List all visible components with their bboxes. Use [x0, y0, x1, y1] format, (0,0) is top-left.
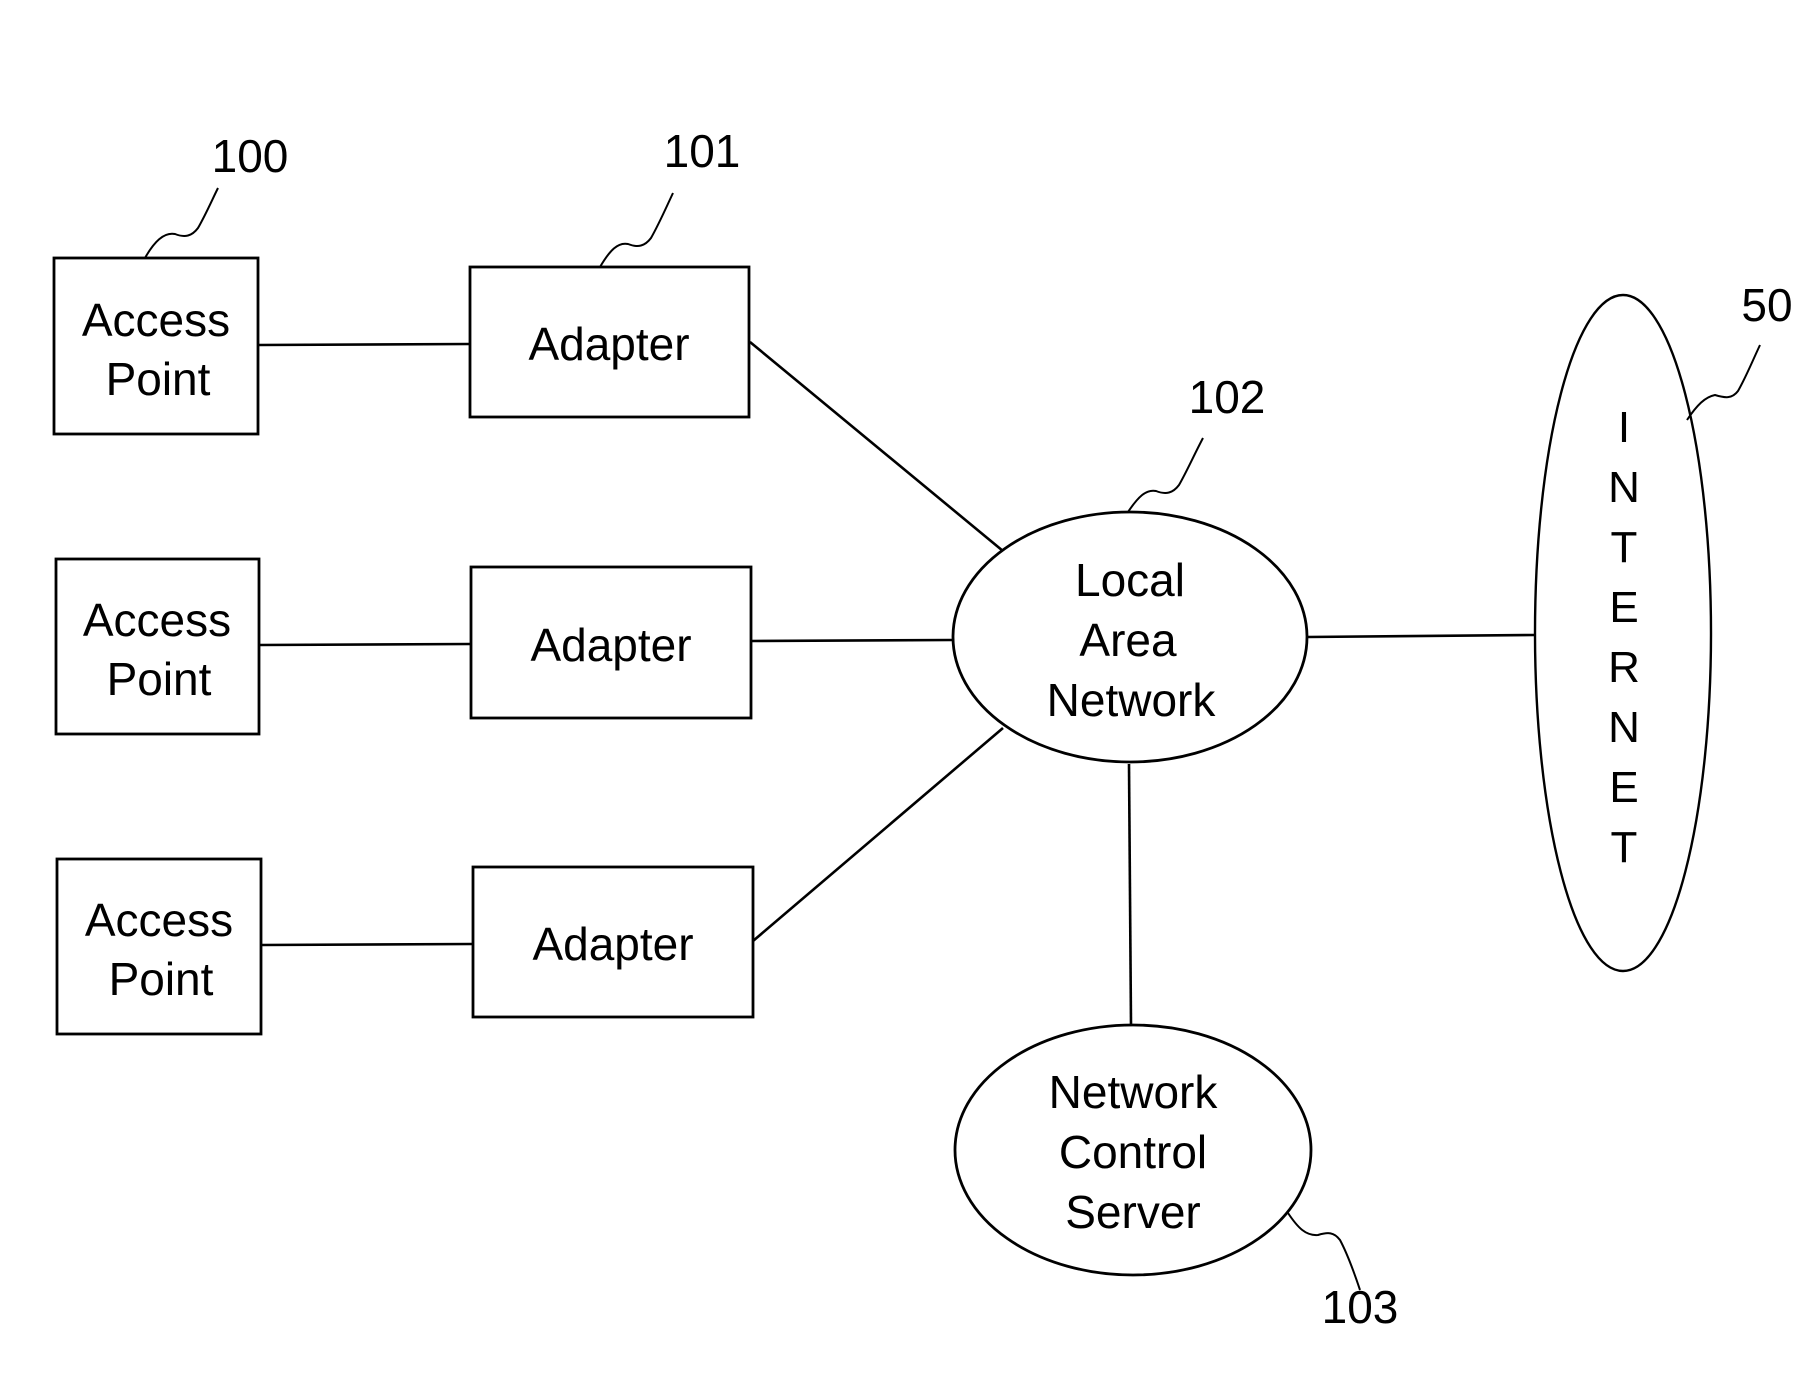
internet-letter: N	[1608, 703, 1640, 752]
adapter-3-label: Adapter	[532, 918, 693, 970]
adapter-2-label: Adapter	[530, 619, 691, 671]
edge-ap3-adapter3	[260, 942, 474, 947]
edge-adapter3-lan	[752, 727, 1004, 942]
ref-103: 103	[1287, 1212, 1399, 1333]
ref-102-label: 102	[1189, 371, 1266, 423]
internet-letter: T	[1611, 523, 1638, 572]
server-label-line3: Server	[1065, 1186, 1200, 1238]
local-area-network: Local Area Network	[951, 510, 1309, 764]
access-point-3-label-line2: Point	[109, 953, 214, 1005]
edge-ap1-adapter1	[257, 342, 471, 347]
edge-ap2-adapter2	[258, 642, 472, 647]
internet-letter: E	[1609, 763, 1638, 812]
internet-letter: T	[1611, 823, 1638, 872]
edge-adapter1-lan	[749, 340, 1004, 553]
access-point-1: Access Point	[52, 256, 260, 436]
ref-100-leader	[144, 187, 219, 259]
lan-label-line2: Area	[1079, 614, 1177, 666]
ref-100-label: 100	[212, 130, 289, 182]
access-point-3-label-line1: Access	[85, 894, 233, 946]
internet-letter: N	[1608, 463, 1640, 512]
access-point-2-label-line1: Access	[83, 594, 231, 646]
ref-101-leader	[599, 192, 674, 268]
internet: INTERNET	[1533, 293, 1713, 973]
adapter-3: Adapter	[471, 865, 755, 1019]
ref-50-label: 50	[1741, 279, 1792, 331]
ref-101-label: 101	[664, 125, 741, 177]
access-point-1-label-line1: Access	[82, 294, 230, 346]
access-point-3: Access Point	[55, 857, 263, 1036]
ref-101: 101	[599, 125, 741, 268]
adapter-1: Adapter	[468, 265, 751, 419]
edge-lan-server	[1127, 763, 1133, 1026]
server-label-line2: Control	[1059, 1126, 1207, 1178]
adapter-2: Adapter	[469, 565, 753, 720]
lan-label-line1: Local	[1075, 554, 1185, 606]
ref-103-leader	[1287, 1212, 1361, 1291]
ref-102: 102	[1127, 371, 1266, 513]
ref-50-leader	[1686, 344, 1761, 421]
network-diagram: Access Point Access Point Access Point A…	[52, 125, 1793, 1333]
internet-letter: I	[1618, 403, 1630, 452]
access-point-1-label-line2: Point	[106, 353, 211, 405]
edge-lan-internet	[1306, 633, 1536, 639]
ref-103-label: 103	[1322, 1281, 1399, 1333]
ref-100: 100	[144, 130, 289, 259]
access-point-2-label-line2: Point	[107, 653, 212, 705]
server-label-line1: Network	[1049, 1066, 1219, 1118]
adapter-1-label: Adapter	[528, 318, 689, 370]
access-point-2: Access Point	[54, 557, 261, 736]
internet-letter: R	[1608, 643, 1640, 692]
network-control-server: Network Control Server	[953, 1023, 1313, 1277]
ref-102-leader	[1127, 437, 1204, 513]
internet-letter: E	[1609, 583, 1638, 632]
edge-adapter2-lan	[750, 638, 953, 643]
ref-50: 50	[1686, 279, 1793, 421]
lan-label-line3: Network	[1047, 674, 1217, 726]
